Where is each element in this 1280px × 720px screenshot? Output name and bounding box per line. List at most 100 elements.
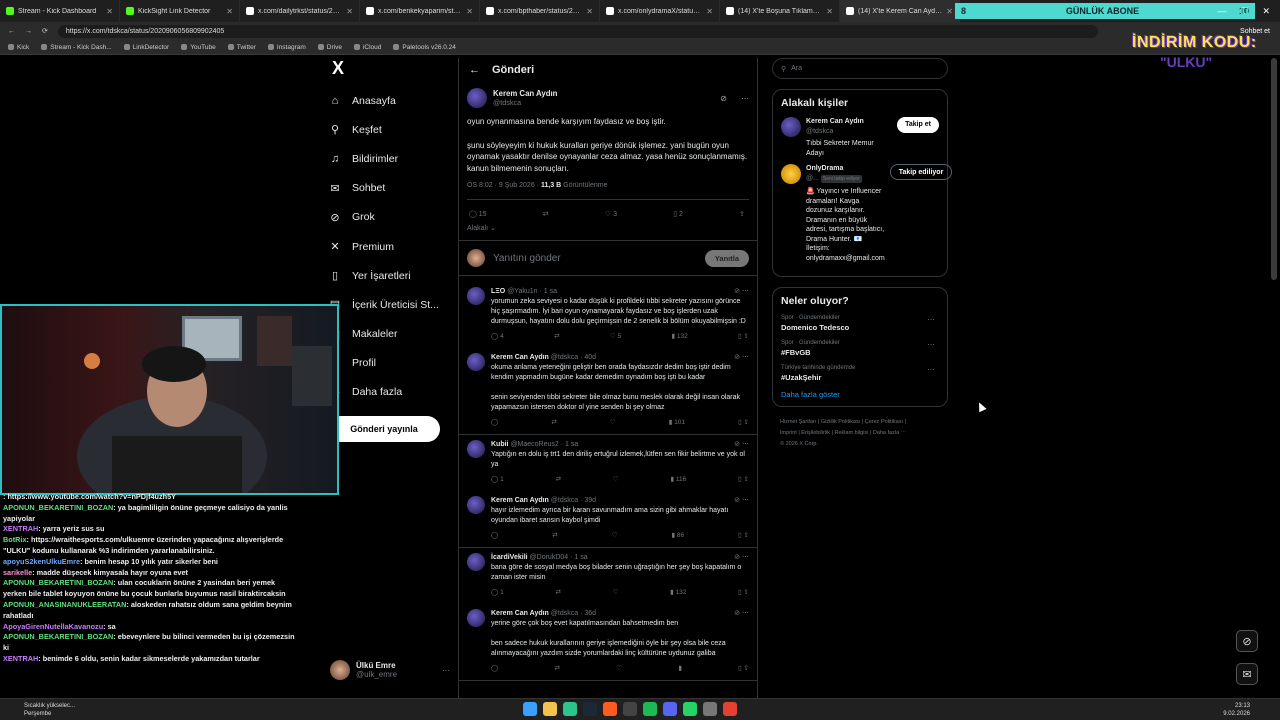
- chat-username[interactable]: BotRix: [3, 535, 27, 544]
- browser-tab[interactable]: (14) X'te Kerem Can Aydın: "@onl...✕: [840, 0, 960, 22]
- nav-item-1[interactable]: ⚲ Keşfet: [328, 115, 453, 144]
- avatar[interactable]: [467, 287, 485, 305]
- system-clock[interactable]: 23:13 9.02.2026: [1223, 702, 1250, 718]
- avatar[interactable]: [467, 609, 485, 627]
- browser-tab[interactable]: Stream - Kick Dashboard ✕: [0, 0, 120, 22]
- related-dropdown[interactable]: Alakalı ⌄: [467, 224, 749, 240]
- more-icon[interactable]: ⋯: [927, 315, 935, 324]
- grok-icon[interactable]: ⊘: [734, 441, 740, 448]
- nav-item-10[interactable]: ⋯Daha fazla: [328, 378, 453, 407]
- x-logo-icon[interactable]: X: [332, 58, 453, 86]
- comment-author[interactable]: İcardiVekili: [491, 554, 528, 561]
- grok-icon[interactable]: ⊘: [734, 554, 740, 561]
- views-icon[interactable]: ▮ 86: [672, 531, 685, 541]
- reload-icon[interactable]: ⟳: [42, 27, 48, 35]
- grok-icon[interactable]: ⊘: [734, 354, 740, 361]
- chat-username[interactable]: APONUN_BEKARETINI_BOZAN: [3, 503, 113, 512]
- bookmark-item[interactable]: Drive: [317, 44, 342, 51]
- repost-icon[interactable]: ⇄: [556, 475, 561, 485]
- bookmark-item[interactable]: LinkDetector: [123, 44, 169, 51]
- nav-item-8[interactable]: ▥Makaleler: [328, 320, 453, 349]
- like-icon[interactable]: ♡: [612, 531, 618, 541]
- repost-icon[interactable]: ⇄: [555, 588, 560, 598]
- more-icon[interactable]: ⋯: [927, 340, 935, 349]
- person-row[interactable]: Kerem Can Aydın @tdskca Tıbbi Sekreter M…: [781, 117, 939, 158]
- reply-icon[interactable]: ◯ 1: [491, 588, 504, 598]
- scrollbar[interactable]: [1271, 58, 1277, 280]
- comment-author[interactable]: Kerem Can Aydın: [491, 497, 549, 504]
- nav-item-5[interactable]: ✕ Premium: [328, 232, 453, 261]
- edge-icon[interactable]: [563, 702, 577, 716]
- maximize-icon[interactable]: ☐: [1240, 6, 1248, 17]
- bookmark-icon[interactable]: ▯ ⇪: [738, 475, 749, 485]
- close-tab-icon[interactable]: ✕: [346, 7, 353, 16]
- like-icon[interactable]: ♡: [613, 588, 619, 598]
- like-icon[interactable]: ♡ 3: [605, 210, 617, 218]
- close-tab-icon[interactable]: ✕: [226, 7, 233, 16]
- nav-item-6[interactable]: ▯ Yer İşaretleri: [328, 261, 453, 290]
- reply-icon[interactable]: ◯: [491, 418, 498, 428]
- minimize-icon[interactable]: —: [1217, 6, 1226, 16]
- chat-username[interactable]: XENTRAH: [3, 524, 38, 533]
- bookmark-icon[interactable]: ▯ ⇪: [738, 588, 749, 598]
- chat-username[interactable]: APONUN_ANASINANUKLEERATAN: [3, 600, 126, 609]
- nav-item-7[interactable]: ▤İçerik Üreticisi St...: [328, 290, 453, 319]
- close-tab-icon[interactable]: ✕: [106, 7, 113, 16]
- comment-item[interactable]: İcardiVekili @DorukD04 · 1 sa ⊘ ⋯ bana gör…: [459, 548, 757, 604]
- views-icon[interactable]: ▮ 116: [671, 475, 687, 485]
- chat-username[interactable]: XENTRAH: [3, 654, 38, 663]
- avatar[interactable]: [467, 496, 485, 514]
- close-tab-icon[interactable]: ✕: [706, 7, 713, 16]
- grok-float-icon[interactable]: ⊘: [1236, 630, 1258, 652]
- avatar[interactable]: [467, 88, 487, 108]
- follow-button[interactable]: Takip et: [897, 117, 939, 133]
- trend-item[interactable]: Spor · Gündemdekiler Domenico Tedesco ⋯: [781, 315, 939, 332]
- more-icon[interactable]: ⋯: [742, 554, 749, 561]
- comment-item[interactable]: LΞO @Yaku1n · 1 sa ⊘ ⋯ yorumun zeka seviye…: [459, 282, 757, 348]
- bookmark-item[interactable]: iCloud: [353, 44, 381, 51]
- comment-author[interactable]: Kerem Can Aydın: [491, 610, 549, 617]
- grok-icon[interactable]: ⊘: [720, 94, 727, 103]
- bookmark-item[interactable]: Paletools v26.0.24: [393, 44, 456, 51]
- comment-item[interactable]: Kubii @MaecoReus2 · 1 sa ⊘ ⋯ Yaptığın en d…: [459, 435, 757, 491]
- back-icon[interactable]: ←: [8, 28, 15, 35]
- whatsapp-icon[interactable]: [683, 702, 697, 716]
- search-input[interactable]: ⚲ Ara: [772, 58, 948, 79]
- share-icon[interactable]: ⇪: [739, 210, 745, 218]
- person-row[interactable]: OnlyDrama @... Seni takip ediyor 🚨 Yayın…: [781, 164, 953, 263]
- post-handle[interactable]: @tdskca: [493, 98, 714, 107]
- reply-input[interactable]: Yanıtını gönder: [493, 253, 697, 264]
- explorer-icon[interactable]: [543, 702, 557, 716]
- comment-author[interactable]: LΞO: [491, 288, 505, 295]
- reply-button[interactable]: Yanıtla: [704, 249, 749, 267]
- obs-icon[interactable]: [623, 702, 637, 716]
- close-tab-icon[interactable]: ✕: [946, 7, 953, 16]
- close-tab-icon[interactable]: ✕: [466, 7, 473, 16]
- url-field[interactable]: https://x.com/tdskca/status/202090605680…: [57, 24, 1098, 38]
- messages-float-icon[interactable]: ✉: [1236, 663, 1258, 685]
- repost-icon[interactable]: ⇄: [551, 418, 556, 428]
- bookmark-icon[interactable]: ▯ 2: [673, 210, 683, 218]
- more-icon[interactable]: ⋯: [442, 666, 450, 675]
- like-icon[interactable]: ♡: [613, 475, 619, 485]
- footer-line-1[interactable]: Hizmet Şartları | Gizlilik Politikası | …: [780, 417, 948, 428]
- repost-icon[interactable]: ⇄: [555, 664, 560, 674]
- like-icon[interactable]: ♡: [610, 418, 616, 428]
- reply-icon[interactable]: ◯ 4: [491, 332, 504, 342]
- nav-item-0[interactable]: ⌂ Anasayfa: [328, 86, 453, 115]
- chat-username[interactable]: sarikelle: [3, 568, 32, 577]
- close-tab-icon[interactable]: ✕: [586, 7, 593, 16]
- repost-icon[interactable]: ⇄: [554, 332, 559, 342]
- reply-icon[interactable]: ◯ 1: [491, 475, 504, 485]
- account-switcher[interactable]: Ülkü Emre @ulk_emre ⋯: [330, 660, 450, 680]
- bookmark-item[interactable]: YouTube: [181, 44, 216, 51]
- weather-widget[interactable]: Sıcaklık yükselec... Perşembe: [24, 702, 75, 718]
- repost-icon[interactable]: ⇄: [552, 531, 557, 541]
- nav-item-9[interactable]: ☺Profil: [328, 349, 453, 378]
- grok-icon[interactable]: ⊘: [734, 610, 740, 617]
- browser-tab[interactable]: KickSight Link Detector ✕: [120, 0, 240, 22]
- grok-icon[interactable]: ⊘: [734, 288, 740, 295]
- more-icon[interactable]: ⋯: [742, 288, 749, 295]
- chrome-icon[interactable]: [723, 702, 737, 716]
- repost-icon[interactable]: ⇄: [543, 210, 549, 218]
